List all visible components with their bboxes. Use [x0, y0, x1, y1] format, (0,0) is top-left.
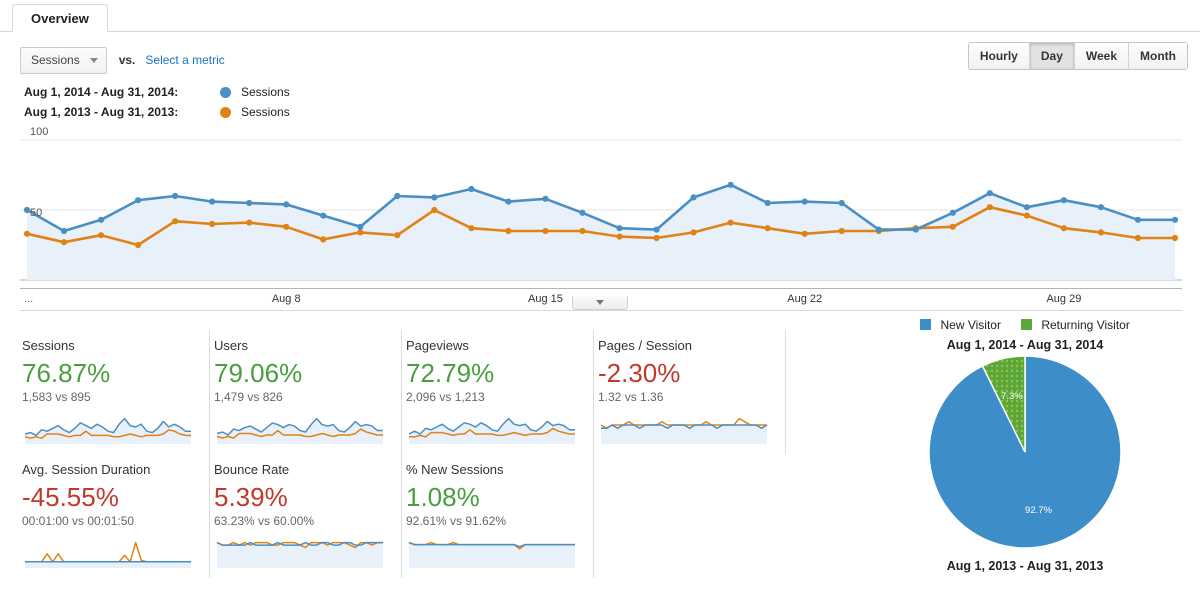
- metric-card-sparkline: [600, 417, 768, 444]
- vs-label: vs.: [118, 53, 136, 67]
- granularity-toggle-group: Hourly Day Week Month: [967, 42, 1188, 70]
- metric-card-title: Avg. Session Duration: [22, 462, 151, 477]
- pie-legend-item-new-visitor[interactable]: New Visitor: [920, 318, 1001, 332]
- legend-range-current: Aug 1, 2014 - Aug 31, 2014:: [24, 85, 179, 99]
- chevron-down-icon: [89, 57, 98, 63]
- metric-card-comparison: 1,583 vs 895: [22, 390, 91, 404]
- svg-text:92.7%: 92.7%: [1025, 505, 1052, 516]
- legend-dot-previous: [220, 106, 231, 118]
- metric-card-title: % New Sessions: [406, 462, 504, 477]
- metric-card-sparkline: [216, 417, 383, 444]
- metric-card[interactable]: Sessions 76.87% 1,583 vs 895: [18, 330, 210, 454]
- metric-card-comparison: 92.61% vs 91.62%: [406, 514, 507, 528]
- pie-legend-swatch-returning-visitor: [1020, 319, 1032, 330]
- metric-card-percent: 72.79%: [406, 358, 495, 388]
- tab-overview[interactable]: Overview: [12, 4, 108, 32]
- metric-card-sparkline: [24, 417, 191, 444]
- pie-legend-swatch-new-visitor: [920, 319, 932, 330]
- select-a-metric-link[interactable]: Select a metric: [145, 53, 224, 67]
- metric-cards: Sessions 76.87% 1,583 vs 895 Users 79.06…: [18, 330, 808, 578]
- pie-caption-bottom: Aug 1, 2013 - Aug 31, 2013: [946, 559, 1104, 573]
- metric-card-row-2: Avg. Session Duration -45.55% 00:01:00 v…: [18, 454, 808, 578]
- metric-card[interactable]: Pages / Session -2.30% 1.32 vs 1.36: [594, 330, 786, 454]
- metric-card-comparison: 63.23% vs 60.00%: [214, 514, 315, 528]
- line-chart-canvas: [20, 139, 1182, 281]
- metric-card-percent: 5.39%: [214, 482, 288, 512]
- visitor-type-pie-chart[interactable]: 92.7% 7.3%: [860, 354, 1190, 550]
- metric-card[interactable]: Pageviews 72.79% 2,096 vs 1,213: [402, 330, 594, 454]
- pie-legend: New Visitor Returning Visitor: [860, 318, 1190, 332]
- metric-card-title: Bounce Rate: [214, 462, 290, 477]
- metric-card-comparison: 00:01:00 vs 00:01:50: [22, 514, 135, 528]
- metric-card[interactable]: Users 79.06% 1,479 vs 826: [210, 330, 402, 454]
- legend-row-current: Aug 1, 2014 - Aug 31, 2014: Sessions: [24, 82, 1200, 102]
- metric-select-value: Sessions: [31, 53, 80, 67]
- legend-range-previous: Aug 1, 2013 - Aug 31, 2013:: [24, 105, 179, 119]
- tab-overview-label: Overview: [31, 10, 89, 26]
- x-axis-tick: Aug 15: [528, 293, 563, 305]
- legend-series-current: Sessions: [241, 85, 290, 99]
- metric-card-percent: -45.55%: [22, 482, 119, 512]
- pie-legend-item-returning-visitor[interactable]: Returning Visitor: [1020, 318, 1130, 332]
- metric-card[interactable]: % New Sessions 1.08% 92.61% vs 91.62%: [402, 454, 594, 578]
- metric-card-percent: -2.30%: [598, 358, 681, 388]
- axis-underline: [20, 310, 1182, 311]
- metric-card-sparkline: [408, 417, 575, 444]
- metric-card-percent: 1.08%: [406, 482, 480, 512]
- metric-card-sparkline: [25, 541, 191, 568]
- metric-card-comparison: 2,096 vs 1,213: [406, 390, 485, 404]
- sessions-line-chart[interactable]: 100 50: [20, 126, 1182, 288]
- y-axis-tick-50: 50: [30, 207, 43, 219]
- visitor-type-pie-panel: New Visitor Returning Visitor Aug 1, 201…: [860, 318, 1190, 573]
- chevron-down-icon: [596, 300, 604, 305]
- metric-card-sparkline: [216, 541, 383, 568]
- granularity-week[interactable]: Week: [1074, 43, 1130, 69]
- metric-card-sparkline: [408, 541, 575, 568]
- granularity-month[interactable]: Month: [1129, 43, 1187, 69]
- x-axis-tick: Aug 22: [787, 293, 823, 305]
- pie-caption-top: Aug 1, 2014 - Aug 31, 2014: [946, 338, 1104, 352]
- metric-card-title: Pageviews: [406, 338, 469, 353]
- pie-legend-label-returning-visitor: Returning Visitor: [1041, 318, 1130, 332]
- legend-dot-current: [220, 86, 231, 98]
- tab-bar: Overview: [0, 0, 1200, 32]
- controls-row: Sessions vs. Select a metric Hourly Day …: [0, 32, 1200, 78]
- metric-card-title: Sessions: [22, 338, 75, 353]
- metric-card-percent: 76.87%: [22, 358, 111, 388]
- y-axis-tick-100: 100: [30, 126, 49, 138]
- pie-legend-label-new-visitor: New Visitor: [940, 318, 1001, 332]
- chart-legend: Aug 1, 2014 - Aug 31, 2014: Sessions Aug…: [0, 78, 1200, 122]
- metric-card-comparison: 1.32 vs 1.36: [598, 390, 664, 404]
- metric-card[interactable]: Bounce Rate 5.39% 63.23% vs 60.00%: [210, 454, 402, 578]
- collapse-chart-button[interactable]: [572, 296, 628, 310]
- metric-card-percent: 79.06%: [214, 358, 303, 388]
- metric-select[interactable]: Sessions: [20, 46, 107, 74]
- metric-card-comparison: 1,479 vs 826: [214, 390, 283, 404]
- metric-card-title: Users: [214, 338, 248, 353]
- metric-card-row-1: Sessions 76.87% 1,583 vs 895 Users 79.06…: [18, 330, 808, 454]
- x-axis-tick: Aug 29: [1046, 293, 1082, 305]
- svg-text:7.3%: 7.3%: [1001, 391, 1023, 402]
- metric-card-title: Pages / Session: [598, 338, 692, 353]
- legend-series-previous: Sessions: [241, 105, 290, 119]
- x-axis-tick: Aug 8: [271, 293, 301, 305]
- granularity-day[interactable]: Day: [1029, 43, 1075, 69]
- x-axis-tick: ...: [24, 293, 34, 305]
- granularity-hourly[interactable]: Hourly: [968, 43, 1030, 69]
- metric-card[interactable]: Avg. Session Duration -45.55% 00:01:00 v…: [18, 454, 210, 578]
- metric-card-empty-slot: [594, 454, 786, 578]
- legend-row-previous: Aug 1, 2013 - Aug 31, 2013: Sessions: [24, 102, 1200, 122]
